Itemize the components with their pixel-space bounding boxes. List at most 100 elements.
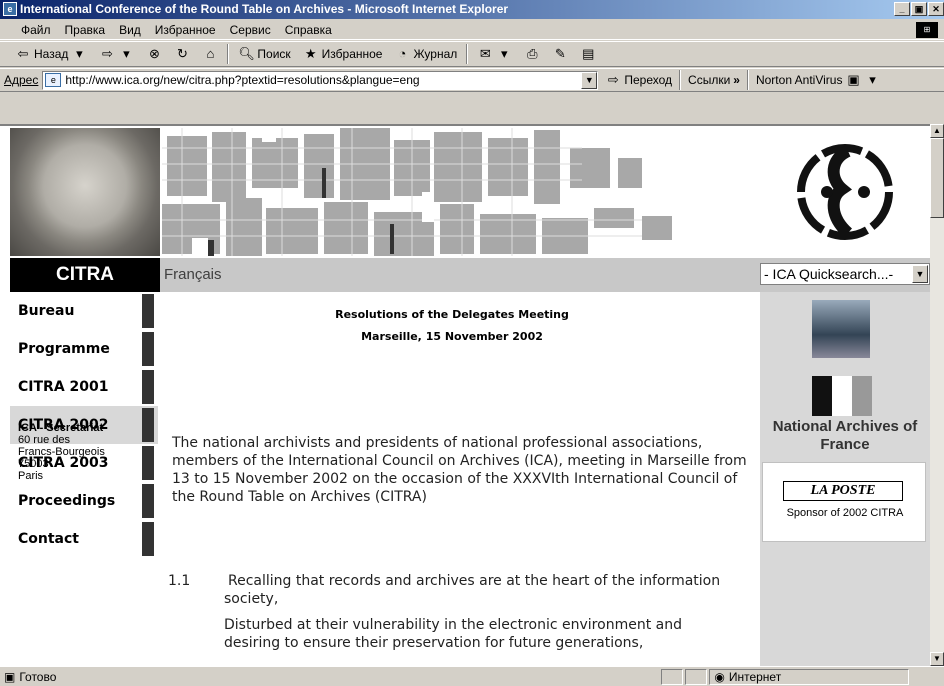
chevron-down-icon: ▾: [123, 46, 130, 61]
status-page-icon: ▣: [4, 669, 16, 684]
links-button[interactable]: Ссылки»: [685, 73, 743, 87]
norton-icon: ▣: [847, 72, 860, 87]
status-text: Готово: [19, 669, 57, 684]
ica-logo-icon: [797, 144, 893, 240]
discuss-button[interactable]: ▤: [577, 46, 599, 62]
window-title-bar: e International Conference of the Round …: [0, 0, 944, 19]
ica-logo: [760, 128, 930, 256]
address-bar: Адрес e http://www.ica.org/new/citra.php…: [0, 68, 944, 92]
toolbar-separator: [466, 44, 469, 64]
nav-citra-2001[interactable]: CITRA 2001: [10, 368, 158, 406]
resolutions-date: Marseille, 15 November 2002: [361, 330, 543, 343]
chevron-right-icon: »: [733, 73, 740, 87]
status-cell: [661, 668, 684, 685]
national-archives-label[interactable]: National Archives of France: [760, 418, 930, 454]
la-poste-logo: LA POSTE: [783, 481, 903, 501]
vertical-scrollbar[interactable]: ▲ ▼: [930, 124, 944, 666]
refresh-button[interactable]: ↻: [171, 46, 193, 62]
edit-button[interactable]: ✎: [549, 46, 571, 62]
home-button[interactable]: ⌂: [199, 46, 221, 62]
menu-help[interactable]: Справка: [278, 23, 339, 37]
search-icon: 🔍︎: [238, 46, 255, 61]
secretariat-line: Paris: [18, 470, 44, 482]
stop-button[interactable]: ⊗: [143, 46, 165, 62]
menu-file[interactable]: Файл: [14, 23, 58, 37]
la-poste-sponsor[interactable]: LA POSTE Sponsor of 2002 CITRA: [762, 462, 926, 542]
globe-icon: ◉: [714, 669, 725, 684]
secretariat-line: 60 rue des: [18, 434, 70, 446]
item-number: 1.1: [168, 573, 191, 589]
mail-icon: ✉: [479, 46, 491, 61]
nav-marker: [142, 370, 154, 404]
chevron-down-icon: ▾: [76, 46, 83, 61]
nav-bureau[interactable]: Bureau: [10, 292, 158, 330]
menu-edit[interactable]: Правка: [58, 23, 113, 37]
page-viewport: CITRA Français - ICA Quicksearch...- ▼ B…: [0, 124, 930, 666]
toolbar-separator: [679, 70, 682, 90]
discuss-icon: ▤: [582, 46, 595, 61]
nav-marker: [142, 522, 154, 556]
page-icon: e: [45, 73, 62, 87]
chevron-down-icon: ▼: [912, 265, 928, 283]
nav-marker: [142, 294, 154, 328]
chevron-down-icon: ▾: [869, 72, 876, 87]
back-button[interactable]: ⇦ Назад ▾: [12, 46, 90, 62]
nav-contact[interactable]: Contact: [10, 520, 158, 558]
nav-label: Contact: [18, 531, 79, 547]
print-button[interactable]: ⎙: [521, 46, 543, 62]
links-label: Ссылки: [688, 73, 731, 87]
search-label: Поиск: [257, 47, 291, 61]
nav-marker: [142, 332, 154, 366]
close-button[interactable]: ✕: [928, 2, 944, 16]
mail-button[interactable]: ✉ ▾: [474, 46, 515, 62]
favorites-button[interactable]: ★ Избранное: [300, 46, 386, 62]
right-sidebar: National Archives of France LA POSTE Spo…: [760, 292, 930, 666]
francais-link[interactable]: Français: [164, 266, 222, 283]
menu-favorites[interactable]: Избранное: [148, 23, 223, 37]
secretariat-line: 75003: [18, 458, 49, 470]
scroll-thumb[interactable]: [930, 138, 944, 218]
ie-icon: e: [3, 2, 17, 16]
scroll-up-icon[interactable]: ▲: [930, 124, 944, 138]
ica-quicksearch-select[interactable]: - ICA Quicksearch...- ▼: [760, 263, 930, 285]
main-content: Resolutions of the Delegates Meeting Mar…: [162, 292, 758, 666]
history-icon: ◔: [398, 46, 407, 61]
home-icon: ⌂: [206, 46, 215, 61]
toolbar-separator: [746, 70, 749, 90]
address-input[interactable]: e http://www.ica.org/new/citra.php?ptext…: [42, 70, 599, 90]
search-button[interactable]: 🔍︎ Поиск: [235, 46, 293, 62]
history-label: Журнал: [413, 47, 458, 61]
menu-tools[interactable]: Сервис: [223, 23, 278, 37]
address-url: http://www.ica.org/new/citra.php?ptextid…: [65, 73, 420, 87]
item-text-disturbed: Disturbed at their vulnerability in the …: [224, 617, 682, 651]
refresh-icon: ↻: [176, 46, 188, 61]
menu-view[interactable]: Вид: [112, 23, 148, 37]
nav-marker: [142, 484, 154, 518]
intro-paragraph: The national archivists and presidents o…: [172, 435, 747, 505]
history-button[interactable]: ◔ Журнал: [391, 46, 460, 62]
norton-button[interactable]: Norton AntiVirus ▣ ▾: [753, 72, 884, 88]
citra-title: CITRA: [10, 258, 160, 292]
minimize-button[interactable]: _: [894, 2, 910, 16]
forward-button[interactable]: ⇨ ▾: [96, 46, 137, 62]
marseille-photo[interactable]: [812, 300, 870, 358]
status-zone: ◉ Интернет: [709, 668, 910, 685]
go-button[interactable]: ⇨ Переход: [602, 72, 675, 88]
item-text-recalling: Recalling that records and archives are …: [224, 573, 721, 607]
favorites-label: Избранное: [321, 47, 383, 61]
menu-bar: Файл Правка Вид Избранное Сервис Справка: [0, 20, 944, 40]
restore-button[interactable]: ▣: [911, 2, 927, 16]
stop-icon: ⊗: [148, 46, 160, 61]
header-banner: [162, 128, 758, 256]
chevron-down-icon[interactable]: ▼: [581, 71, 598, 89]
scroll-down-icon[interactable]: ▼: [930, 652, 944, 666]
nav-proceedings[interactable]: Proceedings: [10, 482, 158, 520]
sponsor-text: Sponsor of 2002 CITRA: [786, 507, 904, 519]
norton-label: Norton AntiVirus: [755, 73, 843, 87]
header-photo: [10, 128, 160, 256]
nav-programme[interactable]: Programme: [10, 330, 158, 368]
address-label: Адрес: [4, 73, 39, 87]
france-flag[interactable]: [812, 376, 872, 416]
status-cell: [685, 668, 708, 685]
go-arrow-icon: ⇨: [607, 72, 619, 87]
